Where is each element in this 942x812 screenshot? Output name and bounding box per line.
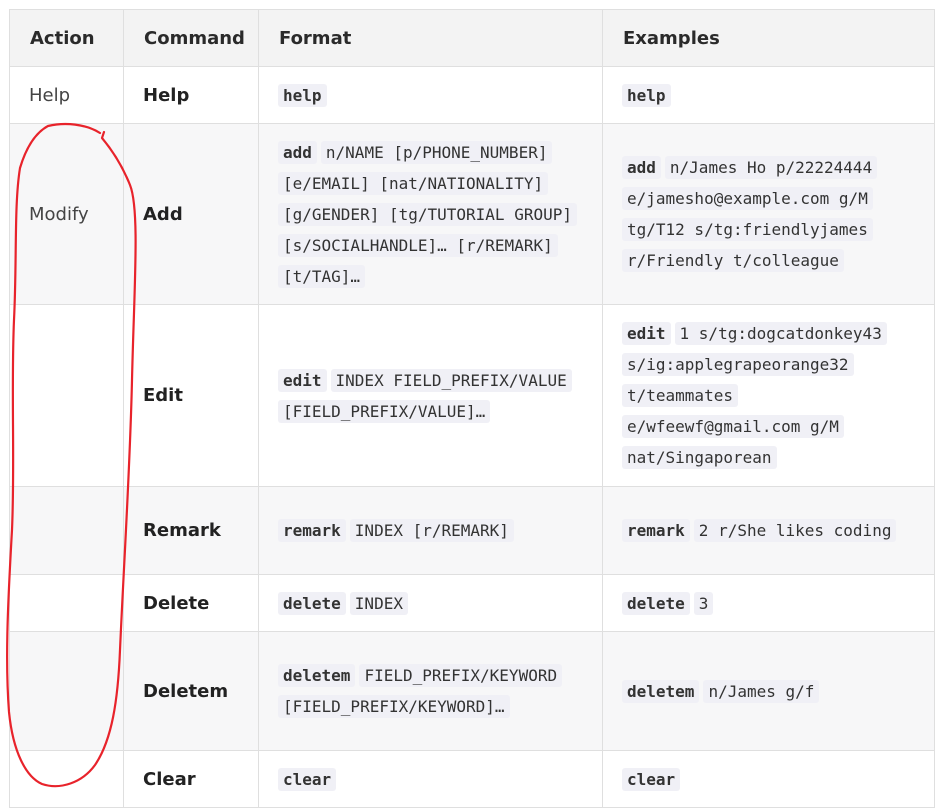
command-cell: Help bbox=[123, 66, 259, 124]
header-format: Format bbox=[258, 9, 603, 67]
example-cell: delete 3 bbox=[602, 574, 935, 632]
format-keyword: deletem bbox=[278, 664, 356, 687]
format-keyword: edit bbox=[278, 368, 327, 392]
example-cell: deletem n/James g/f bbox=[602, 631, 935, 751]
command-cell: Clear bbox=[123, 750, 259, 808]
example-params: 3 bbox=[693, 591, 714, 615]
command-cell: Delete bbox=[123, 574, 259, 632]
action-cell bbox=[9, 304, 124, 487]
action-cell bbox=[9, 574, 124, 632]
format-cell: deletem FIELD_PREFIX/KEYWORD [FIELD_PREFI… bbox=[258, 631, 603, 751]
example-cell: edit 1 s/tg:dogcatdonkey43 s/ig:applegrap… bbox=[602, 304, 935, 487]
header-command: Command bbox=[123, 9, 259, 67]
command-cell: Edit bbox=[123, 304, 259, 487]
table-row: Help Help help help bbox=[9, 66, 935, 124]
table-row: Deletem deletem FIELD_PREFIX/KEYWORD [FIE… bbox=[9, 631, 935, 751]
example-params: n/James g/f bbox=[703, 679, 820, 703]
format-params: INDEX bbox=[349, 591, 408, 615]
format-keyword: delete bbox=[278, 591, 346, 615]
action-cell: Help bbox=[9, 66, 124, 124]
example-keyword: edit bbox=[622, 322, 671, 345]
action-cell: Modify bbox=[9, 123, 124, 305]
format-cell: remark INDEX [r/REMARK] bbox=[258, 486, 603, 575]
format-cell: clear bbox=[258, 750, 603, 808]
format-cell: help bbox=[258, 66, 603, 124]
format-cell: edit INDEX FIELD_PREFIX/VALUE [FIELD_PREF… bbox=[258, 304, 603, 487]
header-action: Action bbox=[9, 9, 124, 67]
example-keyword: help bbox=[622, 83, 671, 107]
format-keyword: remark bbox=[278, 519, 346, 542]
example-cell: clear bbox=[602, 750, 935, 808]
action-cell bbox=[9, 750, 124, 808]
example-params: 2 r/She likes coding bbox=[693, 519, 897, 542]
table-row: Modify Add add n/NAME [p/PHONE_NUMBER] [e… bbox=[9, 123, 935, 305]
command-summary-table: Action Command Format Examples Help Help… bbox=[9, 9, 935, 808]
example-keyword: remark bbox=[622, 519, 690, 542]
table-row: Delete delete INDEX delete 3 bbox=[9, 574, 935, 632]
example-keyword: add bbox=[622, 156, 661, 179]
command-cell: Remark bbox=[123, 486, 259, 575]
format-keyword: add bbox=[278, 140, 317, 164]
command-cell: Deletem bbox=[123, 631, 259, 751]
format-keyword: clear bbox=[278, 767, 337, 791]
format-params: n/NAME [p/PHONE_NUMBER] [e/EMAIL] [nat/N… bbox=[278, 140, 577, 288]
command-cell: Add bbox=[123, 123, 259, 305]
example-keyword: delete bbox=[622, 591, 690, 615]
table-row: Edit edit INDEX FIELD_PREFIX/VALUE [FIELD… bbox=[9, 304, 935, 487]
table-row: Clear clear clear bbox=[9, 750, 935, 808]
table-row: Remark remark INDEX [r/REMARK] remark 2 r/… bbox=[9, 486, 935, 575]
example-keyword: clear bbox=[622, 767, 681, 791]
example-cell: add n/James Ho p/22224444 e/jamesho@examp… bbox=[602, 123, 935, 305]
table-header-row: Action Command Format Examples bbox=[9, 9, 935, 67]
example-keyword: deletem bbox=[622, 679, 700, 703]
action-cell bbox=[9, 631, 124, 751]
format-keyword: help bbox=[278, 83, 327, 107]
format-cell: add n/NAME [p/PHONE_NUMBER] [e/EMAIL] [na… bbox=[258, 123, 603, 305]
example-cell: help bbox=[602, 66, 935, 124]
format-cell: delete INDEX bbox=[258, 574, 603, 632]
format-params: INDEX [r/REMARK] bbox=[349, 519, 514, 542]
example-cell: remark 2 r/She likes coding bbox=[602, 486, 935, 575]
action-cell bbox=[9, 486, 124, 575]
header-examples: Examples bbox=[602, 9, 935, 67]
